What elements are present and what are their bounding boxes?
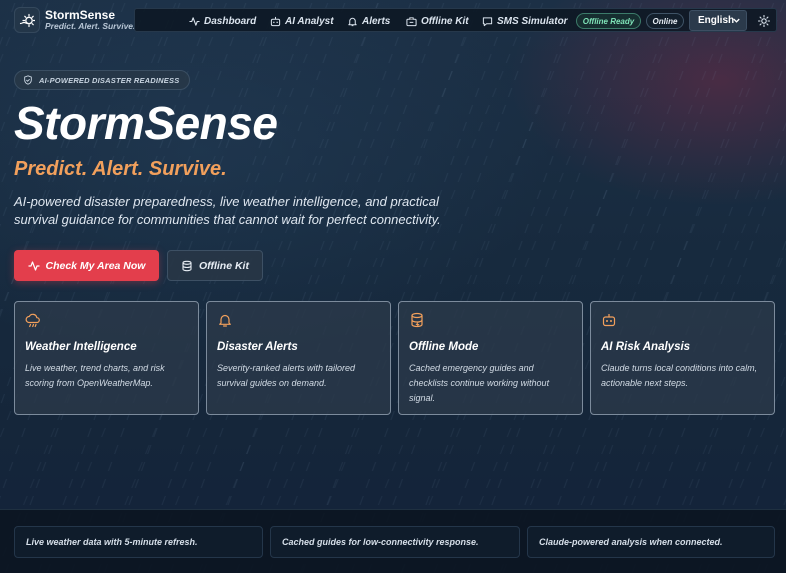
footer-highlight-cached: Cached guides for low-connectivity respo… xyxy=(270,526,520,558)
hero-badge: AI-POWERED DISASTER READINESS xyxy=(14,70,191,90)
shield-icon xyxy=(24,75,32,85)
cloud-rain-icon xyxy=(25,313,40,328)
feature-title: Weather Intelligence xyxy=(25,341,137,353)
hero-badge-label: AI-POWERED DISASTER READINESS xyxy=(39,75,180,85)
activity-icon xyxy=(28,260,39,271)
theme-toggle-button[interactable] xyxy=(754,11,774,31)
nav-label-offline-kit: Offline Kit xyxy=(421,15,469,27)
activity-icon xyxy=(189,16,200,26)
feature-title: Offline Mode xyxy=(409,341,479,353)
check-my-area-label: Check My Area Now xyxy=(45,259,146,272)
feature-text: Severity-ranked alerts with tailored sur… xyxy=(217,363,356,388)
online-status-badge: Online xyxy=(646,13,684,29)
brand-name: StormSense xyxy=(45,7,116,22)
nav-item-sms-simulator[interactable]: SMS Simulator xyxy=(482,9,568,33)
nav-label-ai-analyst: AI Analyst xyxy=(285,15,334,27)
nav-label-sms-simulator: SMS Simulator xyxy=(497,15,568,27)
language-select[interactable]: English xyxy=(689,10,747,31)
nav-item-ai-analyst[interactable]: AI Analyst xyxy=(270,9,334,33)
storm-logo-icon xyxy=(14,7,40,33)
language-value: English xyxy=(698,15,735,26)
nav-label-alerts: Alerts xyxy=(362,15,391,27)
feature-text: Claude turns local conditions into calm,… xyxy=(601,363,758,388)
feature-text: Live weather, trend charts, and risk sco… xyxy=(25,363,165,388)
feature-card-offline[interactable]: Offline Mode Cached emergency guides and… xyxy=(398,301,583,415)
briefcase-icon xyxy=(406,16,417,26)
feature-text: Cached emergency guides and checklists c… xyxy=(409,363,550,403)
message-icon xyxy=(482,16,493,26)
nav-item-dashboard[interactable]: Dashboard xyxy=(189,9,256,33)
footer-strip: Live weather data with 5-minute refresh.… xyxy=(0,509,786,573)
robot-icon xyxy=(270,16,281,26)
feature-card-ai-risk[interactable]: AI Risk Analysis Claude turns local cond… xyxy=(590,301,775,415)
offline-ready-badge: Offline Ready xyxy=(576,13,641,29)
database-icon xyxy=(411,312,423,328)
bell-icon xyxy=(219,314,231,327)
hero-title: StormSense xyxy=(14,97,278,149)
feature-card-weather[interactable]: Weather Intelligence Live weather, trend… xyxy=(14,301,199,415)
brand[interactable]: StormSense Predict. Alert. Survive. xyxy=(14,7,135,33)
offline-kit-button[interactable]: Offline Kit xyxy=(167,250,263,281)
footer-highlight-claude: Claude-powered analysis when connected. xyxy=(527,526,775,558)
feature-title: Disaster Alerts xyxy=(217,341,298,353)
top-header: StormSense Predict. Alert. Survive. Dash… xyxy=(0,0,786,40)
robot-icon xyxy=(602,314,616,327)
brand-tagline: Predict. Alert. Survive. xyxy=(45,21,136,32)
feature-title: AI Risk Analysis xyxy=(601,341,691,353)
hero-tagline: Predict. Alert. Survive. xyxy=(14,158,227,180)
feature-card-alerts[interactable]: Disaster Alerts Severity-ranked alerts w… xyxy=(206,301,391,415)
bell-icon xyxy=(348,17,357,26)
check-my-area-button[interactable]: Check My Area Now xyxy=(14,250,159,281)
offline-kit-label: Offline Kit xyxy=(199,259,249,272)
hero-description: AI-powered disaster preparedness, live w… xyxy=(14,194,441,227)
nav-item-offline-kit[interactable]: Offline Kit xyxy=(406,9,469,33)
footer-highlight-weather: Live weather data with 5-minute refresh. xyxy=(14,526,263,558)
nav-item-alerts[interactable]: Alerts xyxy=(347,9,390,33)
sun-icon xyxy=(758,15,770,27)
database-icon xyxy=(182,260,192,271)
chevron-down-icon xyxy=(733,18,740,23)
main-nav: Dashboard AI Analyst Alerts Offline Kit … xyxy=(134,8,777,32)
nav-label-dashboard: Dashboard xyxy=(204,15,257,27)
